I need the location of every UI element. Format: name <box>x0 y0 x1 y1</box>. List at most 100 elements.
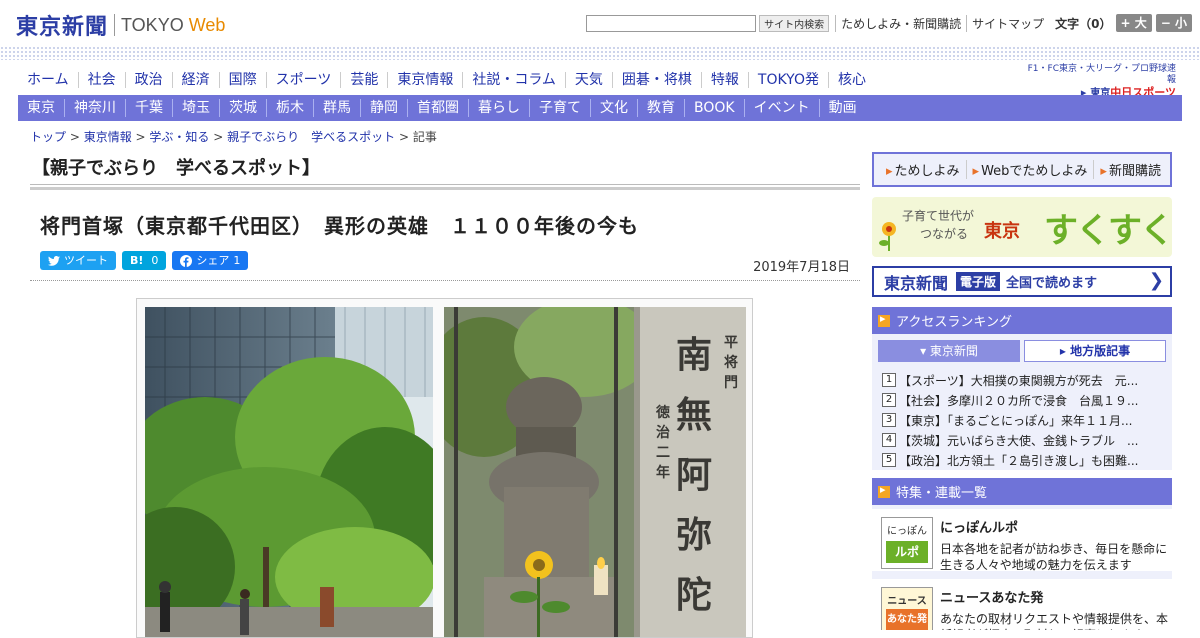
region-shizuoka[interactable]: 静岡 <box>360 99 407 117</box>
nav-item-kakushin[interactable]: 核心 <box>827 72 875 88</box>
section-marker-icon <box>878 483 890 498</box>
subscribe-link[interactable]: 新聞購読 <box>1093 160 1167 179</box>
nav-parenting[interactable]: 子育て <box>529 99 590 117</box>
twitter-bird-icon <box>48 255 60 266</box>
nav-item-special-report[interactable]: 特報 <box>700 72 748 88</box>
region-metropolitan[interactable]: 首都圏 <box>407 99 468 117</box>
list-item[interactable]: 1 【スポーツ】大相撲の東関親方が死去 元... <box>882 370 1167 390</box>
article-date: 2019年7月18日 <box>753 260 850 275</box>
svg-text:陀: 陀 <box>676 574 712 616</box>
ranking-heading: アクセスランキング <box>872 307 1172 334</box>
svg-text:治: 治 <box>656 424 670 441</box>
article-photo-frame: 南 無 阿 弥 陀 平 将 門 徳 治 二 年 <box>136 298 753 638</box>
font-larger-button[interactable]: + 大 <box>1115 14 1152 32</box>
sukusuku-banner[interactable]: 子育て世代が つながる 東京 すくすく <box>872 197 1172 257</box>
tweet-button[interactable]: ツイート <box>40 251 116 270</box>
digital-edition-banner[interactable]: 東京新聞 電子版 全国で読めます ❯ <box>872 266 1172 297</box>
logo-en: TOKYO Web <box>121 14 226 35</box>
region-kanagawa[interactable]: 神奈川 <box>64 99 125 117</box>
nav-video[interactable]: 動画 <box>818 99 866 117</box>
feature-item-nippon-rupo[interactable]: にっぽん ルポ にっぽんルポ 日本各地を記者が訪ね歩き、毎日を懸命に生きる人々や… <box>872 509 1172 575</box>
nav-item-sports[interactable]: スポーツ <box>265 72 341 88</box>
nav-item-tokyo-hatsu[interactable]: TOKYO発 <box>747 72 828 88</box>
feature-thumbnail: にっぽん ルポ <box>881 517 933 569</box>
list-item[interactable]: 2 【社会】多摩川２０カ所で浸食 台風１９... <box>882 390 1167 410</box>
rank-number: 3 <box>882 413 896 427</box>
svg-text:門: 門 <box>724 375 738 391</box>
nav-culture[interactable]: 文化 <box>590 99 637 117</box>
nav-education[interactable]: 教育 <box>637 99 684 117</box>
nav-item-international[interactable]: 国際 <box>218 72 266 88</box>
region-tochigi[interactable]: 栃木 <box>266 99 313 117</box>
share-count: 1 <box>233 254 241 267</box>
nav-living[interactable]: 暮らし <box>468 99 529 117</box>
svg-text:無: 無 <box>676 394 712 436</box>
breadcrumb-series[interactable]: 親子でぶらり 学べるスポット <box>227 130 395 144</box>
nav-item-editorial[interactable]: 社説・コラム <box>462 72 565 88</box>
svg-text:平: 平 <box>724 335 738 351</box>
flower-icon <box>879 222 896 251</box>
nav-item-weather[interactable]: 天気 <box>564 72 612 88</box>
tab-local-edition[interactable]: ▸ 地方版記事 <box>1024 340 1166 362</box>
nav-book[interactable]: BOOK <box>684 99 744 117</box>
nav-item-entertainment[interactable]: 芸能 <box>340 72 387 88</box>
list-item[interactable]: 4 【茨城】元いばらき大使、金銭トラブル ... <box>882 430 1167 450</box>
search-button[interactable]: サイト内検索 <box>759 14 830 32</box>
nav-item-tokyo-info[interactable]: 東京情報 <box>387 72 462 88</box>
digital-edition-logo: 東京新聞 <box>884 273 949 293</box>
facebook-share-button[interactable]: シェア 1 <box>172 251 249 270</box>
svg-text:徳: 徳 <box>655 404 670 421</box>
list-item[interactable]: 5 【政治】北方領土「２島引き渡し」も困難... <box>882 450 1167 470</box>
web-trial-read-link[interactable]: Webでためしよみ <box>965 160 1094 179</box>
breadcrumb: トップ > 東京情報 > 学ぶ・知る > 親子でぶらり 学べるスポット > 記事 <box>30 130 437 144</box>
nav-event[interactable]: イベント <box>743 99 819 117</box>
photo-kubizuka-monument[interactable]: 南 無 阿 弥 陀 平 将 門 徳 治 二 年 <box>444 307 746 637</box>
breadcrumb-tokyo-info[interactable]: 東京情報 <box>84 130 132 144</box>
site-logo[interactable]: 東京新聞 TOKYO Web <box>16 9 225 41</box>
breadcrumb-top[interactable]: トップ <box>30 130 66 144</box>
trial-read-link[interactable]: ためしよみ <box>880 160 966 179</box>
tweet-label: ツイート <box>64 254 108 267</box>
search-input[interactable] <box>586 14 757 32</box>
feature-item-news-anata[interactable]: ニュース あなた発 ニュースあなた発 あなたの取材リクエストや情報提供を、本紙記… <box>872 579 1172 630</box>
font-size-label: 文字（0） <box>1055 16 1112 31</box>
subscription-links: ためしよみ Webでためしよみ 新聞購読 <box>872 152 1172 187</box>
breadcrumb-learn[interactable]: 学ぶ・知る <box>149 130 209 144</box>
nav-item-go-shogi[interactable]: 囲碁・将棋 <box>611 72 701 88</box>
feature-thumbnail: ニュース あなた発 <box>881 587 933 630</box>
series-title: 【親子でぶらり 学べるスポット】 <box>32 158 320 179</box>
font-smaller-button[interactable]: − 小 <box>1155 14 1192 32</box>
nav-item-economy[interactable]: 経済 <box>171 72 219 88</box>
region-tokyo[interactable]: 東京 <box>18 99 64 117</box>
nav-item-home[interactable]: ホーム <box>18 72 78 88</box>
svg-text:阿: 阿 <box>676 454 712 496</box>
region-ibaraki[interactable]: 茨城 <box>219 99 266 117</box>
main-nav: ホーム 社会 政治 経済 国際 スポーツ 芸能 東京情報 社説・コラム 天気 囲… <box>18 68 875 92</box>
site-header: 東京新聞 TOKYO Web サイト内検索 ためしよみ・新聞購読 サイトマップ … <box>0 0 1200 46</box>
region-saitama[interactable]: 埼玉 <box>172 99 219 117</box>
nav-item-society[interactable]: 社会 <box>77 72 125 88</box>
trial-subscribe-link[interactable]: ためしよみ・新聞購読 <box>835 14 966 32</box>
sukusuku-tagline: 子育て世代が つながる <box>902 209 975 241</box>
sitemap-link[interactable]: サイトマップ <box>966 14 1049 32</box>
article-headline: 将門首塚（東京都千代田区） 異形の英雄 １１００年後の今も <box>40 214 639 238</box>
digital-edition-message: 全国で読めます <box>1006 276 1098 291</box>
tab-tokyo-shimbun[interactable]: ▾ 東京新聞 <box>878 340 1020 362</box>
region-gunma[interactable]: 群馬 <box>313 99 360 117</box>
headline-divider <box>30 280 860 281</box>
rank-number: 4 <box>882 433 896 447</box>
svg-text:南: 南 <box>676 334 712 376</box>
region-chiba[interactable]: 千葉 <box>125 99 172 117</box>
header-dot-divider <box>0 46 1200 60</box>
sukusuku-tokyo: 東京 <box>984 221 1020 242</box>
series-divider <box>30 184 860 190</box>
hatena-bookmark-button[interactable]: B! 0 <box>122 251 167 270</box>
list-item[interactable]: 3 【東京】「まるごとにっぽん」来年１１月... <box>882 410 1167 430</box>
nav-item-politics[interactable]: 政治 <box>124 72 172 88</box>
digital-edition-tag: 電子版 <box>956 272 1001 291</box>
sports-banner-tagline: F1・FC東京・大リーグ・プロ野球速報 <box>1027 64 1176 85</box>
photo-building-trees[interactable] <box>145 307 433 637</box>
svg-text:弥: 弥 <box>676 514 712 556</box>
feature-description: あなたの取材リクエストや情報提供を、本紙記者が探索・取材し、記事にします <box>940 612 1169 630</box>
section-marker-icon <box>878 312 890 327</box>
